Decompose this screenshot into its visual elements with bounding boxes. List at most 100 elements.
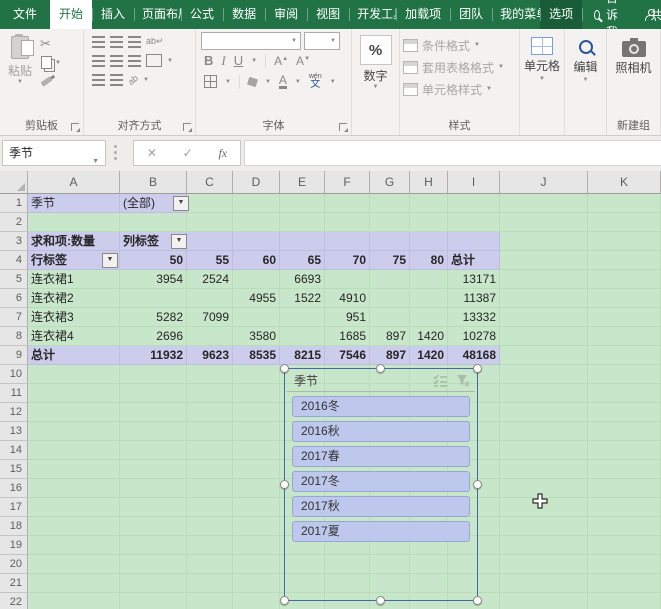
cell-styles-button[interactable]: 单元格样式 ▼: [403, 78, 519, 100]
cell-G2[interactable]: [370, 213, 410, 232]
borders-icon[interactable]: [204, 75, 217, 88]
slicer-handle-bottom-right[interactable]: [473, 596, 482, 605]
align-middle-icon[interactable]: [110, 35, 123, 48]
cell-B20[interactable]: [120, 555, 187, 574]
cell-D17[interactable]: [233, 498, 280, 517]
row-header-8[interactable]: 8: [0, 327, 28, 346]
cancel-button[interactable]: ✕: [147, 146, 157, 160]
cell-D5[interactable]: [233, 270, 280, 289]
tab-页面布局[interactable]: 页面布局: [134, 0, 181, 29]
cell-F5[interactable]: [325, 270, 370, 289]
cell-D20[interactable]: [233, 555, 280, 574]
cell-C18[interactable]: [187, 517, 233, 536]
cell-I2[interactable]: [448, 213, 500, 232]
cell-D16[interactable]: [233, 479, 280, 498]
cell-G4[interactable]: 75: [370, 251, 410, 270]
cell-K7[interactable]: [588, 308, 661, 327]
cell-F2[interactable]: [325, 213, 370, 232]
cell-F6[interactable]: 4910: [325, 289, 370, 308]
cell-G9[interactable]: 897: [370, 346, 410, 365]
cell-C8[interactable]: [187, 327, 233, 346]
cell-B21[interactable]: [120, 574, 187, 593]
cell-B12[interactable]: [120, 403, 187, 422]
slicer-item-2017春[interactable]: 2017春: [292, 446, 470, 467]
cell-G6[interactable]: [370, 289, 410, 308]
cell-D19[interactable]: [233, 536, 280, 555]
cell-J8[interactable]: [500, 327, 588, 346]
increase-indent-icon[interactable]: [110, 73, 123, 86]
cell-H8[interactable]: 1420: [410, 327, 448, 346]
cell-J12[interactable]: [500, 403, 588, 422]
cell-F1[interactable]: [325, 194, 370, 213]
cell-A6[interactable]: 连衣裙2: [28, 289, 120, 308]
column-header-H[interactable]: H: [410, 171, 448, 194]
cell-C13[interactable]: [187, 422, 233, 441]
format-painter-icon[interactable]: [40, 76, 53, 87]
cell-A3[interactable]: 求和项:数量: [28, 232, 120, 251]
tab-加载项[interactable]: 加载项: [396, 0, 450, 29]
row-header-2[interactable]: 2: [0, 213, 28, 232]
percent-style-button[interactable]: %: [359, 35, 392, 65]
cell-C6[interactable]: [187, 289, 233, 308]
column-header-J[interactable]: J: [500, 171, 588, 194]
cell-B16[interactable]: [120, 479, 187, 498]
row-header-3[interactable]: 3: [0, 232, 28, 251]
row-header-16[interactable]: 16: [0, 479, 28, 498]
align-center-icon[interactable]: [110, 54, 123, 67]
cell-A8[interactable]: 连衣裙4: [28, 327, 120, 346]
cell-F7[interactable]: 951: [325, 308, 370, 327]
slicer-handle-middle-right[interactable]: [473, 479, 482, 489]
cell-C17[interactable]: [187, 498, 233, 517]
cell-C20[interactable]: [187, 555, 233, 574]
cell-I8[interactable]: 10278: [448, 327, 500, 346]
cell-J3[interactable]: [500, 232, 588, 251]
copy-button[interactable]: ▼: [40, 55, 61, 71]
tab-开发工具[interactable]: 开发工具: [349, 0, 396, 29]
cell-H3[interactable]: [410, 232, 448, 251]
cell-C2[interactable]: [187, 213, 233, 232]
cell-D3[interactable]: [233, 232, 280, 251]
slicer-season[interactable]: 季节 2016冬 2016秋 2017春 2017冬 2017秋 2017夏: [280, 364, 482, 605]
cell-C10[interactable]: [187, 365, 233, 384]
select-all-corner[interactable]: [0, 171, 28, 194]
cell-J14[interactable]: [500, 441, 588, 460]
slicer-handle-top-left[interactable]: [280, 364, 289, 373]
slicer-item-2017夏[interactable]: 2017夏: [292, 521, 470, 542]
share-button[interactable]: 共: [635, 0, 661, 29]
cell-I7[interactable]: 13332: [448, 308, 500, 327]
row-header-9[interactable]: 9: [0, 346, 28, 365]
tab-我的菜单[interactable]: 我的菜单: [492, 0, 540, 29]
cell-B18[interactable]: [120, 517, 187, 536]
cell-K14[interactable]: [588, 441, 661, 460]
cell-H2[interactable]: [410, 213, 448, 232]
cell-A12[interactable]: [28, 403, 120, 422]
slicer-item-2017秋[interactable]: 2017秋: [292, 496, 470, 517]
tab-公式[interactable]: 公式: [181, 0, 223, 29]
cell-C5[interactable]: 2524: [187, 270, 233, 289]
conditional-formatting-button[interactable]: 条件格式 ▼: [403, 34, 519, 56]
cell-D6[interactable]: 4955: [233, 289, 280, 308]
clipboard-dialog-launcher-icon[interactable]: [71, 123, 80, 132]
orientation-icon[interactable]: ab: [126, 72, 140, 86]
cell-B10[interactable]: [120, 365, 187, 384]
cell-C1[interactable]: [187, 194, 233, 213]
cell-H1[interactable]: [410, 194, 448, 213]
column-header-G[interactable]: G: [370, 171, 410, 194]
row-header-17[interactable]: 17: [0, 498, 28, 517]
slicer-handle-bottom-left[interactable]: [280, 596, 289, 605]
cell-I4[interactable]: 总计: [448, 251, 500, 270]
align-left-icon[interactable]: [92, 54, 105, 67]
cell-C3[interactable]: [187, 232, 233, 251]
cell-K8[interactable]: [588, 327, 661, 346]
cell-J10[interactable]: [500, 365, 588, 384]
tab-审阅[interactable]: 审阅: [265, 0, 307, 29]
cell-K22[interactable]: [588, 593, 661, 609]
cell-G7[interactable]: [370, 308, 410, 327]
row-header-11[interactable]: 11: [0, 384, 28, 403]
cell-B8[interactable]: 2696: [120, 327, 187, 346]
cell-G8[interactable]: 897: [370, 327, 410, 346]
slicer-handle-top-right[interactable]: [473, 364, 482, 373]
phonetic-guide-button[interactable]: wén 文: [309, 73, 322, 90]
cell-D14[interactable]: [233, 441, 280, 460]
cell-K13[interactable]: [588, 422, 661, 441]
